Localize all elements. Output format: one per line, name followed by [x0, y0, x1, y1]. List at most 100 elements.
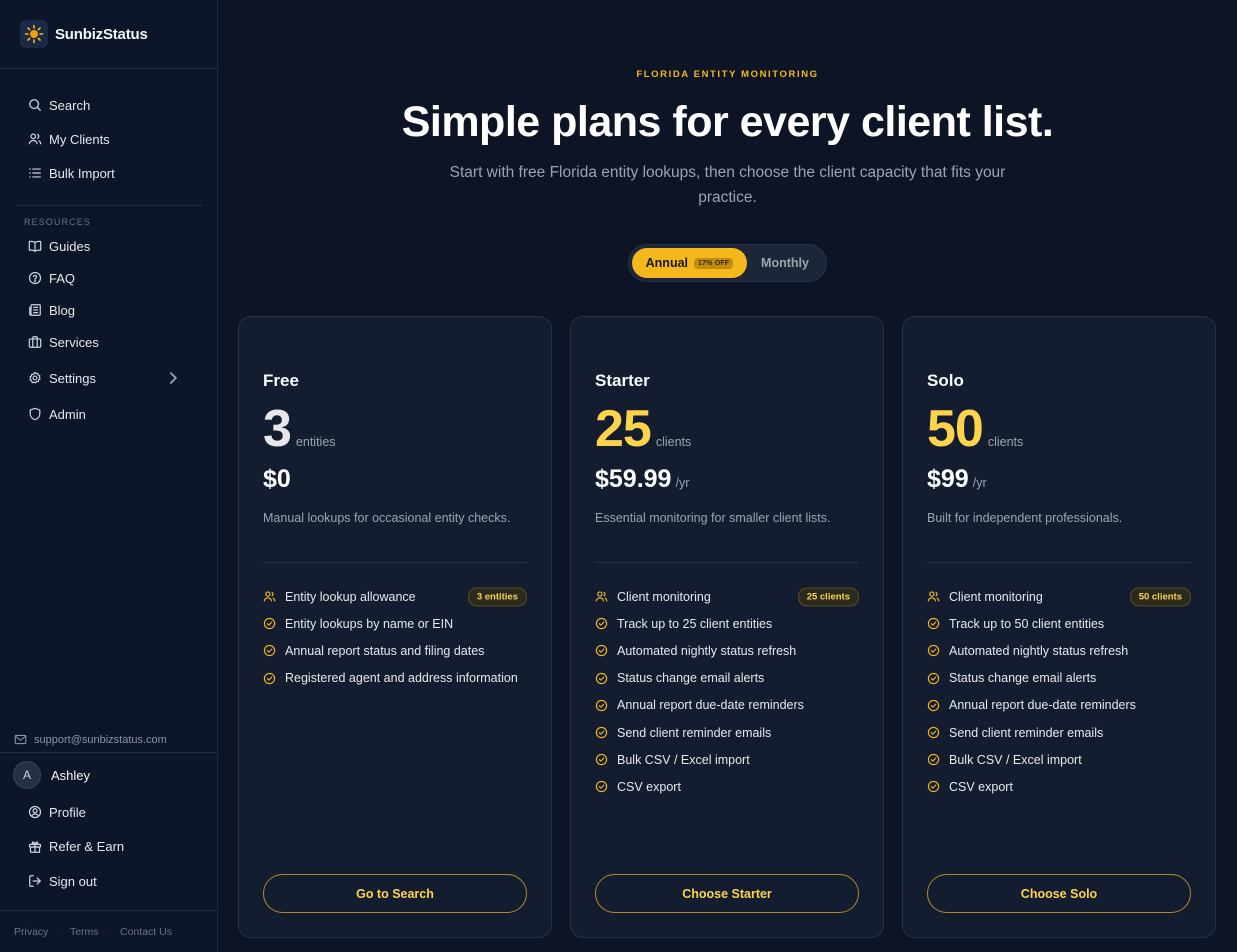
support-email-link[interactable]: support@sunbizstatus.com: [0, 727, 217, 753]
card-divider: [595, 562, 859, 563]
check-circle-icon: [263, 618, 276, 630]
chevron-right-icon: [169, 372, 178, 384]
feature-item: Automated nightly status refresh: [927, 637, 1191, 664]
feature-item: Track up to 50 client entities: [927, 610, 1191, 637]
monthly-billing-option[interactable]: Monthly: [747, 256, 823, 270]
feature-item: Bulk CSV / Excel import: [595, 746, 859, 773]
user-account[interactable]: A Ashley: [0, 758, 217, 792]
price-value: $0: [263, 465, 291, 493]
feature-list: Client monitoring 25 clients Track up to…: [595, 583, 859, 801]
help-circle-icon: [28, 271, 42, 285]
footer-separator: ·: [107, 925, 112, 938]
sidebar-item-settings[interactable]: Settings: [0, 358, 217, 398]
sidebar-item-services[interactable]: Services: [0, 326, 217, 358]
sidebar-item-label: Sign out: [49, 873, 97, 889]
annual-label: Annual: [645, 256, 688, 270]
feature-item: Annual report due-date reminders: [595, 692, 859, 719]
pricing-page: FLORIDA ENTITY MONITORING Simple plans f…: [218, 0, 1237, 952]
feature-label: Annual report due-date reminders: [949, 698, 1136, 713]
sidebar-item-sign-out[interactable]: Sign out: [0, 864, 217, 899]
sidebar-item-blog[interactable]: Blog: [0, 294, 217, 326]
footer-separator: ·: [57, 925, 61, 938]
briefcase-icon: [28, 336, 42, 348]
feature-label: CSV export: [617, 779, 681, 794]
card-divider: [927, 562, 1191, 563]
brand[interactable]: SunbizStatus: [0, 0, 217, 69]
users-icon: [28, 133, 42, 145]
annual-billing-option[interactable]: Annual 17% OFF: [632, 248, 747, 278]
capacity-unit: clients: [655, 435, 692, 449]
plan-price: $59.99 /yr: [595, 465, 689, 494]
sidebar-item-search[interactable]: Search: [0, 88, 217, 122]
avatar: A: [13, 761, 41, 789]
newspaper-icon: [29, 304, 41, 316]
hero-eyebrow: FLORIDA ENTITY MONITORING: [636, 69, 819, 80]
sidebar-item-faq[interactable]: FAQ: [0, 262, 217, 294]
feature-item: Annual report due-date reminders: [927, 692, 1191, 719]
sun-logo-icon: [20, 20, 48, 48]
sidebar-item-label: Guides: [49, 238, 91, 254]
discount-badge: 17% OFF: [694, 257, 734, 269]
choose-starter-button[interactable]: Choose Starter: [595, 874, 859, 913]
go-to-search-button[interactable]: Go to Search: [263, 874, 527, 913]
check-circle-icon: [595, 699, 608, 712]
feature-item: Track up to 25 client entities: [595, 610, 859, 637]
plan-capacity: 50 clients: [927, 403, 1023, 455]
sidebar-item-guides[interactable]: Guides: [0, 230, 217, 262]
sidebar-item-profile[interactable]: Profile: [0, 795, 217, 830]
users-icon: [595, 591, 608, 602]
sidebar-item-my-clients[interactable]: My Clients: [0, 122, 217, 156]
contact-us-link[interactable]: Contact Us: [120, 926, 172, 938]
plan-card-starter: Starter 25 clients $59.99 /yr Essential …: [570, 316, 884, 938]
check-circle-icon: [263, 672, 276, 684]
sidebar-item-label: Services: [49, 334, 99, 350]
feature-item: CSV export: [595, 773, 859, 800]
check-circle-icon: [927, 726, 940, 739]
sidebar-item-bulk-import[interactable]: Bulk Import: [0, 156, 217, 190]
feature-label: Bulk CSV / Excel import: [617, 752, 750, 767]
feature-item: Entity lookups by name or EIN: [263, 610, 527, 637]
check-circle-icon: [595, 645, 608, 657]
capacity-badge: 3 entities: [467, 587, 527, 607]
plan-name: Free: [263, 371, 299, 390]
feature-label: Annual report due-date reminders: [617, 698, 804, 713]
feature-label: Client monitoring: [617, 589, 711, 604]
user-circle-icon: [28, 806, 42, 819]
choose-solo-button[interactable]: Choose Solo: [927, 874, 1191, 913]
resources-heading: RESOURCES: [24, 217, 91, 227]
sidebar: SunbizStatus Search My Clients Bulk Impo…: [0, 0, 218, 952]
footer-links: Privacy · Terms · Contact Us: [0, 910, 217, 952]
privacy-link[interactable]: Privacy: [14, 926, 48, 938]
plan-description: Built for independent professionals.: [927, 511, 1123, 525]
capacity-unit: entities: [295, 435, 336, 449]
search-icon: [29, 99, 41, 111]
check-circle-icon: [263, 645, 276, 657]
check-circle-icon: [595, 618, 608, 630]
sidebar-item-label: Settings: [49, 370, 96, 386]
feature-item: Entity lookup allowance 3 entities: [263, 583, 527, 610]
sidebar-item-label: Search: [49, 97, 91, 113]
page-title: Simple plans for every client list.: [401, 98, 1054, 146]
plan-description: Manual lookups for occasional entity che…: [263, 511, 511, 525]
terms-link[interactable]: Terms: [70, 926, 99, 938]
sidebar-item-admin[interactable]: Admin: [0, 398, 217, 430]
feature-label: Send client reminder emails: [949, 725, 1104, 740]
check-circle-icon: [927, 754, 940, 766]
feature-label: Client monitoring: [949, 589, 1043, 604]
feature-item: Automated nightly status refresh: [595, 637, 859, 664]
support-email: support@sunbizstatus.com: [34, 733, 167, 746]
feature-label: Registered agent and address information: [285, 671, 518, 686]
price-period: /yr: [675, 476, 690, 490]
feature-item: Send client reminder emails: [927, 719, 1191, 746]
page-subtitle: Start with free Florida entity lookups, …: [449, 164, 1006, 206]
price-period: /yr: [972, 476, 987, 490]
feature-item: Annual report status and filing dates: [263, 637, 527, 664]
feature-label: Automated nightly status refresh: [949, 643, 1129, 658]
check-circle-icon: [595, 726, 608, 739]
plan-price: $99 /yr: [927, 465, 987, 494]
sidebar-item-label: Refer & Earn: [49, 839, 125, 855]
check-circle-icon: [927, 781, 940, 793]
user-menu: Profile Refer & Earn Sign out: [0, 795, 217, 899]
check-circle-icon: [927, 645, 940, 657]
sidebar-item-refer-earn[interactable]: Refer & Earn: [0, 830, 217, 865]
